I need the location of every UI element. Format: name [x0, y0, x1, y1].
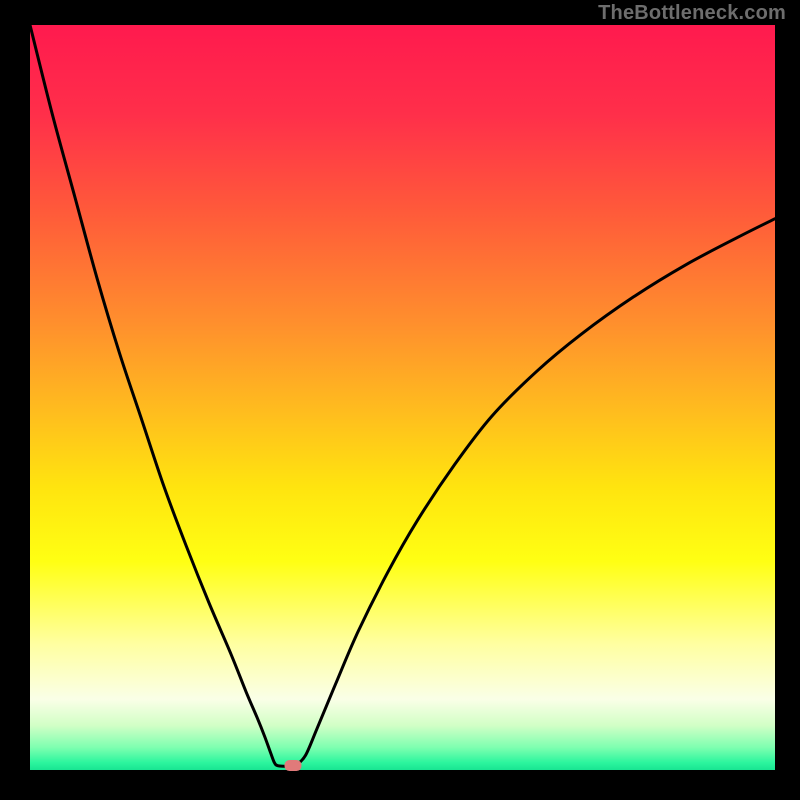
- chart-container: { "watermark": { "text": "TheBottleneck.…: [0, 0, 800, 800]
- optimal-marker: [284, 760, 301, 771]
- bottleneck-chart: [0, 0, 800, 800]
- plot-background: [30, 25, 775, 770]
- watermark-text: TheBottleneck.com: [598, 2, 786, 25]
